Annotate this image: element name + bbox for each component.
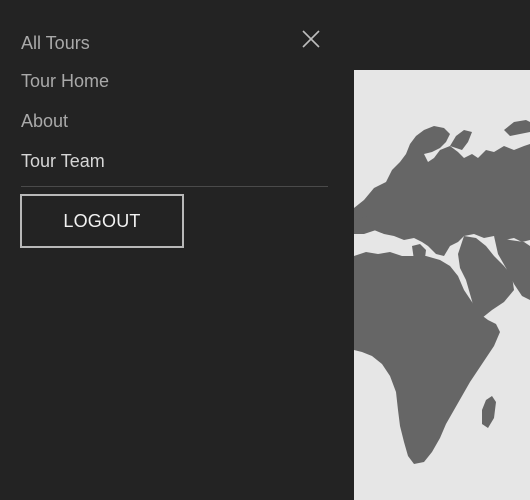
navigation-drawer: All Tours Tour Home About Tour Team LOGO… [0, 0, 354, 500]
drawer-nav: All Tours Tour Home About Tour Team [21, 30, 328, 188]
nav-item-tour-team[interactable]: Tour Team [21, 148, 328, 188]
nav-item-tour-home[interactable]: Tour Home [21, 68, 328, 108]
page-header [354, 0, 530, 70]
logout-button[interactable]: LOGOUT [20, 194, 184, 248]
world-map [354, 70, 530, 500]
world-map-image [354, 120, 530, 464]
nav-item-all-tours[interactable]: All Tours [21, 30, 328, 68]
divider [21, 186, 328, 187]
nav-item-about[interactable]: About [21, 108, 328, 148]
app-root: All Tours Tour Home About Tour Team LOGO… [0, 0, 530, 500]
